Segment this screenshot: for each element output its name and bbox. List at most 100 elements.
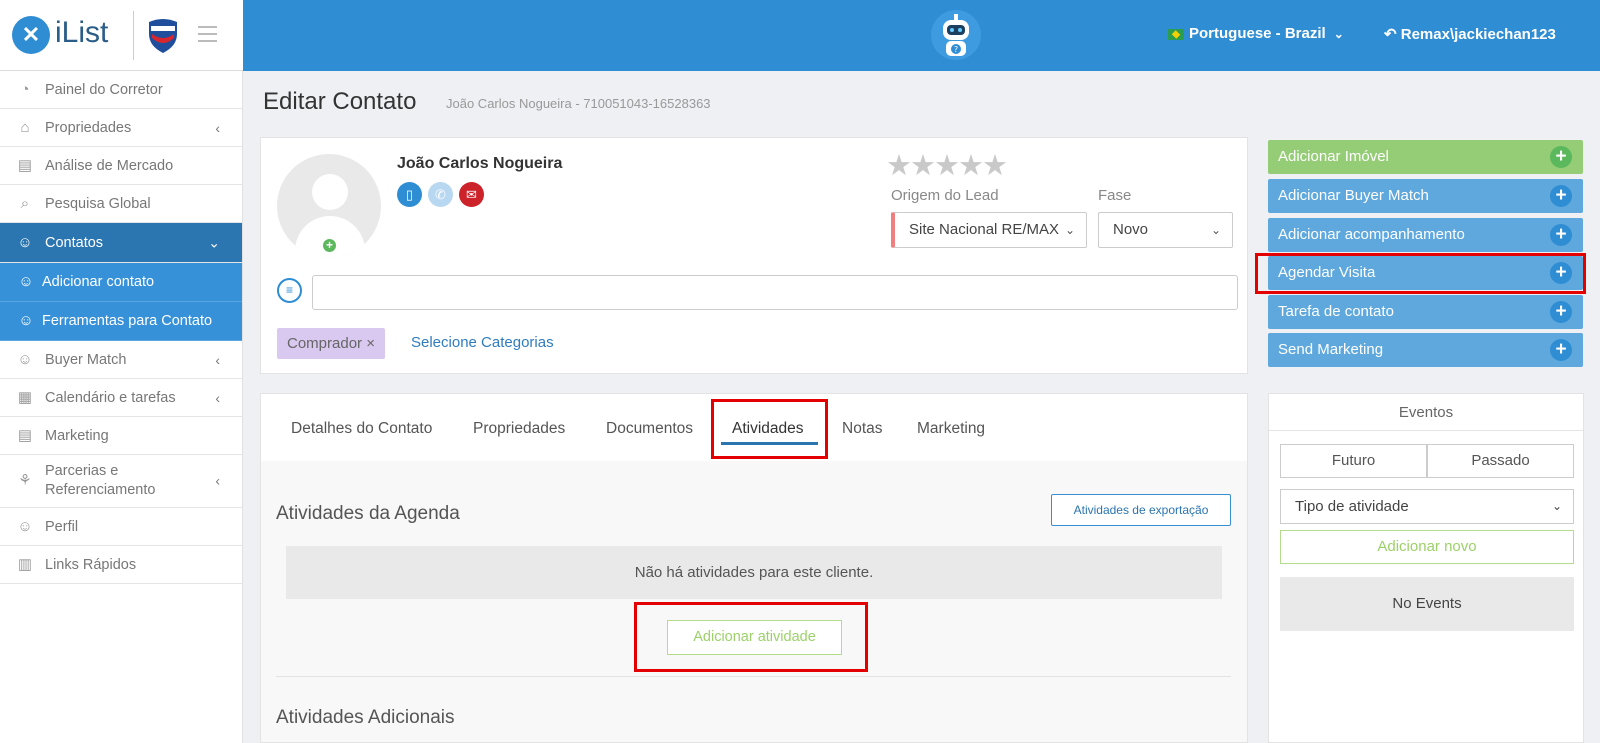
lead-source-select[interactable]: Site Nacional RE/MAX ⌄ (891, 212, 1087, 248)
sidebar-item-label: Ferramentas para Contato (42, 313, 213, 329)
sidebar-item-painel[interactable]: ◔ Painel do Corretor (0, 71, 242, 109)
plus-icon: + (1550, 301, 1572, 323)
rating-stars[interactable]: ★★★★★ (886, 148, 1008, 183)
sidebar-item-pesquisa-global[interactable]: ⌕ Pesquisa Global (0, 185, 242, 223)
tag-remove-icon[interactable]: × (366, 335, 375, 352)
chevron-down-icon: ⌄ (1333, 27, 1344, 41)
sidebar-item-buyer-match[interactable]: ☺ Buyer Match ‹ (0, 341, 242, 379)
page-title: Editar Contato (263, 88, 417, 115)
past-events-toggle[interactable]: Passado (1427, 444, 1574, 478)
sidebar-item-label: Buyer Match (45, 351, 127, 368)
sidebar-item-label: Adicionar contato (42, 274, 155, 290)
email-icon[interactable]: ✉ (459, 182, 484, 207)
brand-area: ✕ iList (0, 0, 243, 71)
plus-icon: + (1550, 339, 1572, 361)
no-activities-message: Não há atividades para este cliente. (286, 546, 1222, 599)
reply-icon: ↶ (1384, 26, 1397, 43)
user-switch-link[interactable]: ↶ Remax\jackiechan123 (1384, 25, 1556, 43)
sidebar-item-label: Perfil (45, 518, 79, 535)
add-follow-up-button[interactable]: Adicionar acompanhamento + (1268, 218, 1583, 252)
select-categories-link[interactable]: Selecione Categorias (411, 334, 554, 351)
activity-type-value: Tipo de atividade (1295, 498, 1409, 515)
ilist-logo-icon[interactable]: ✕ (12, 16, 50, 54)
handshake-icon: ⚘ (18, 472, 32, 489)
action-label: Adicionar acompanhamento (1278, 226, 1465, 243)
hamburger-menu-icon[interactable] (198, 26, 217, 47)
contacts-icon: ☺ (18, 312, 34, 329)
stage-label: Fase (1098, 187, 1132, 204)
activity-type-select[interactable]: Tipo de atividade ⌄ (1280, 489, 1574, 524)
events-title: Eventos (1398, 404, 1454, 421)
sidebar-item-links-rapidos[interactable]: ▥ Links Rápidos (0, 546, 242, 584)
language-label: Portuguese - Brazil (1189, 25, 1326, 42)
sidebar-item-contatos[interactable]: ☺ Contatos ⌄ (0, 223, 242, 263)
tab-notas[interactable]: Notas (842, 420, 883, 438)
sidebar-item-label: Contatos (45, 234, 104, 251)
assistant-bot-icon[interactable]: ? (931, 8, 981, 62)
brand-name[interactable]: iList (55, 16, 108, 50)
agenda-activities-title: Atividades da Agenda (276, 503, 460, 524)
sidebar-item-propriedades[interactable]: ⌂ Propriedades ‹ (0, 109, 242, 147)
contact-notes-input[interactable] (312, 275, 1238, 310)
brazil-flag-icon (1168, 28, 1184, 40)
chevron-down-icon: ⌄ (1064, 223, 1075, 237)
add-photo-icon[interactable]: + (323, 239, 336, 252)
sidebar-item-ferramentas-contato[interactable]: ☺ Ferramentas para Contato (0, 302, 242, 341)
contacts-icon: ☺ (17, 233, 33, 251)
export-activities-button[interactable]: Atividades de exportação (1051, 494, 1231, 526)
send-marketing-button[interactable]: Send Marketing + (1268, 333, 1583, 367)
lead-source-value: Site Nacional RE/MAX (909, 221, 1060, 238)
chevron-down-icon: ⌄ (208, 234, 220, 250)
sidebar-item-marketing[interactable]: ▤ Marketing (0, 417, 242, 455)
language-selector[interactable]: Portuguese - Brazil ⌄ (1168, 25, 1344, 42)
highlight-add-activity (634, 602, 868, 672)
sidebar-item-label: Propriedades (45, 119, 132, 136)
chevron-left-icon: ‹ (215, 389, 220, 406)
plus-icon: + (1550, 185, 1572, 207)
sidebar-item-adicionar-contato[interactable]: ☺ Adicionar contato (0, 263, 242, 302)
tab-documentos[interactable]: Documentos (606, 420, 693, 438)
brand-divider (133, 11, 134, 60)
mobile-phone-icon[interactable]: ▯ (397, 182, 422, 207)
action-label: Send Marketing (1278, 341, 1384, 358)
action-label: Adicionar Imóvel (1278, 148, 1389, 165)
contact-task-button[interactable]: Tarefa de contato + (1268, 295, 1583, 329)
add-new-event-button[interactable]: Adicionar novo (1280, 530, 1574, 564)
avatar-head (312, 174, 348, 210)
chevron-down-icon: ⌄ (1210, 223, 1221, 237)
remax-balloon-logo (149, 19, 177, 53)
sidebar-item-analise-mercado[interactable]: ▤ Análise de Mercado (0, 147, 242, 185)
sidebar-item-label: Calendário e tarefas (45, 389, 176, 406)
stage-value: Novo (1113, 221, 1149, 238)
contact-card: + João Carlos Nogueira ▯ ✆ ✉ ★★★★★ Orige… (260, 137, 1248, 374)
add-buyer-match-button[interactable]: Adicionar Buyer Match + (1268, 179, 1583, 213)
add-property-button[interactable]: Adicionar Imóvel + (1268, 140, 1583, 174)
chevron-left-icon: ‹ (215, 472, 220, 489)
sidebar-item-label: Parcerias e Referenciamento (45, 463, 156, 498)
tab-detalhes[interactable]: Detalhes do Contato (291, 420, 432, 438)
home-icon: ⌂ (20, 118, 30, 136)
future-events-toggle[interactable]: Futuro (1280, 444, 1427, 478)
notes-icon: ≡ (277, 278, 302, 303)
book-icon: ▤ (17, 156, 33, 174)
chevron-down-icon: ⌄ (1551, 499, 1562, 513)
user-search-icon: ☺ (17, 350, 33, 368)
highlight-activities-tab (711, 399, 828, 459)
events-card: Eventos Futuro Passado Tipo de atividade… (1268, 393, 1584, 743)
tab-marketing[interactable]: Marketing (917, 420, 985, 438)
phone-icon[interactable]: ✆ (428, 182, 453, 207)
sidebar-item-parcerias[interactable]: ⚘ Parcerias e Referenciamento ‹ (0, 455, 242, 508)
chevron-left-icon: ‹ (215, 119, 220, 136)
sidebar-item-label: Pesquisa Global (45, 195, 151, 212)
events-divider (1269, 430, 1583, 431)
sidebar-item-label: Marketing (45, 427, 109, 444)
search-icon: ⌕ (20, 194, 30, 212)
sidebar-item-perfil[interactable]: ☺ Perfil (0, 508, 242, 546)
additional-activities-title: Atividades Adicionais (276, 707, 455, 728)
tab-propriedades[interactable]: Propriedades (473, 420, 565, 438)
user-name: Remax\jackiechan123 (1400, 26, 1556, 43)
sidebar-item-calendario[interactable]: ▦ Calendário e tarefas ‹ (0, 379, 242, 417)
sidebar: ◔ Painel do Corretor ⌂ Propriedades ‹ ▤ … (0, 71, 243, 743)
contacts-icon: ☺ (18, 273, 34, 290)
stage-select[interactable]: Novo ⌄ (1098, 212, 1233, 248)
